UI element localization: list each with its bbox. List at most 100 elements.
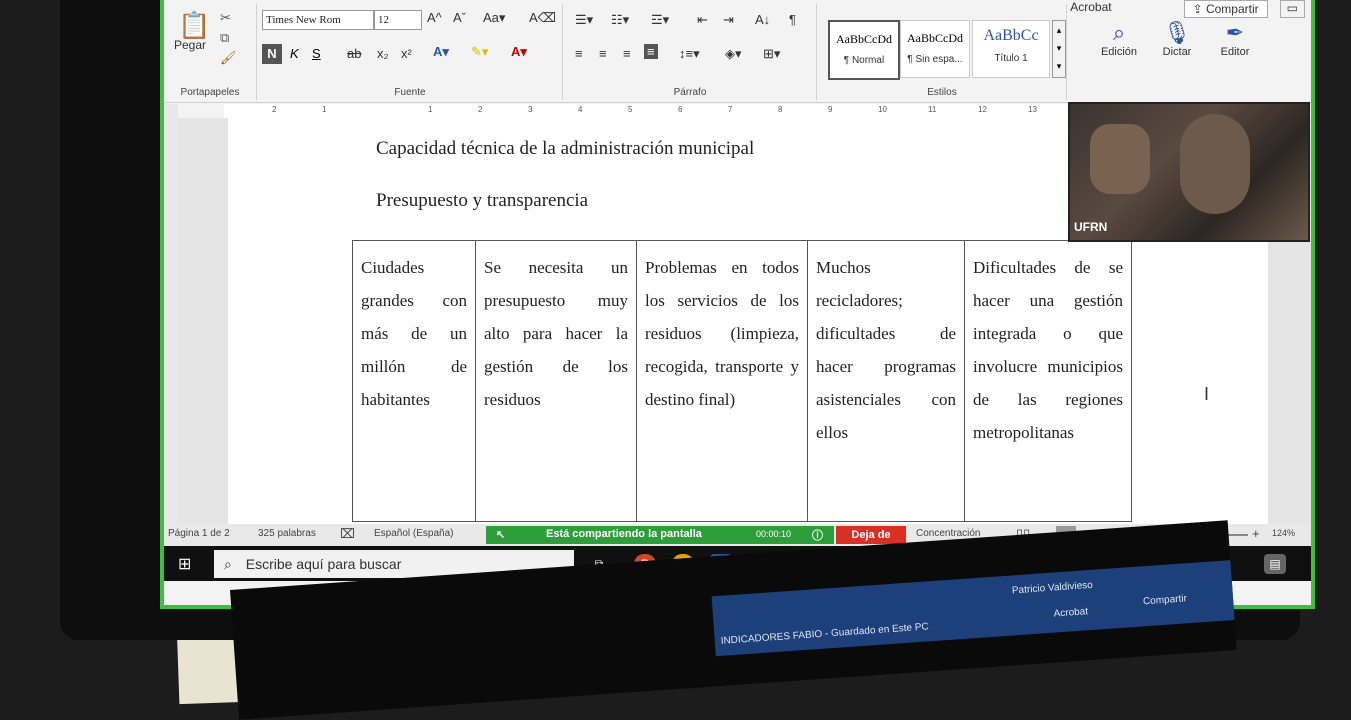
laptop-share: Compartir: [1142, 593, 1188, 608]
text-effects-icon[interactable]: A▾: [430, 44, 452, 60]
search-icon: ⌕: [1112, 20, 1126, 45]
share-button[interactable]: ⇪ Compartir: [1183, 0, 1268, 18]
numbering-icon[interactable]: ☷▾: [608, 12, 632, 28]
superscript-icon[interactable]: x²: [398, 46, 415, 61]
style-normal[interactable]: AaBbCcDd ¶ Normal: [828, 20, 900, 80]
dictate-button[interactable]: 🎙 Dictar: [1152, 20, 1202, 58]
style-no-spacing-label: ¶ Sin espa...: [907, 54, 963, 65]
ruler-mark: 2: [478, 105, 483, 114]
zoom-in-icon[interactable]: +: [1252, 526, 1260, 541]
taskbar-search-placeholder: Escribe aquí para buscar: [245, 556, 402, 572]
zoom-level[interactable]: 124%: [1272, 528, 1295, 538]
vertical-ruler: [164, 104, 178, 524]
highlight-icon[interactable]: ✎▾: [468, 44, 491, 60]
group-font: Times New Rom 12 A^ Aˇ Aa▾ A⌫ N K S ab x…: [258, 4, 563, 100]
ruler-mark: 8: [778, 105, 783, 114]
editor-button[interactable]: ✒ Editor: [1210, 20, 1260, 58]
laptop-acrobat: Acrobat: [1053, 606, 1089, 620]
webcam-hand: [1090, 124, 1150, 194]
windows-start-icon[interactable]: ⊞: [178, 554, 191, 574]
align-left-icon[interactable]: ≡: [572, 46, 586, 61]
ruler-mark: 11: [928, 105, 937, 114]
cut-icon[interactable]: ✂: [220, 10, 231, 26]
format-painter-icon[interactable]: 🖌: [220, 50, 237, 66]
share-status-icon: ↖: [496, 529, 506, 541]
ribbon: Acrobat ⇪ Compartir ▭ 📋 Pegar ✂ ⧉ 🖌 Port…: [164, 0, 1311, 103]
pilcrow-icon[interactable]: ¶: [786, 12, 799, 27]
style-heading-1[interactable]: AaBbCc Título 1: [972, 20, 1050, 78]
table-cell[interactable]: Ciudades grandes con más de un millón de…: [352, 240, 476, 522]
group-styles: AaBbCcDd ¶ Normal AaBbCcDd ¶ Sin espa...…: [818, 4, 1067, 100]
decrease-indent-icon[interactable]: ⇤: [694, 12, 711, 28]
stop-sharing-button[interactable]: Deja de: [836, 526, 906, 544]
align-center-icon[interactable]: ≡: [596, 46, 610, 61]
editing-label: Edición: [1100, 46, 1138, 58]
doc-line-budget: Presupuesto y transparencia: [376, 190, 589, 211]
change-case-icon[interactable]: Aa▾: [480, 10, 508, 26]
group-paragraph: ☰▾ ☷▾ ☲▾ ⇤ ⇥ A↓ ¶ ≡ ≡ ≡ ≡ ↕≡▾ ◈▾ ⊞▾ Párr…: [564, 4, 817, 100]
style-no-spacing-preview: AaBbCcDd: [907, 31, 963, 45]
status-words[interactable]: 325 palabras: [258, 528, 316, 539]
align-right-icon[interactable]: ≡: [620, 46, 634, 61]
table-cell[interactable]: Dificultades de se hacer una gestión int…: [964, 240, 1132, 522]
editing-button[interactable]: ⌕ Edición: [1094, 20, 1144, 58]
ruler-mark: 12: [978, 105, 987, 114]
multilevel-icon[interactable]: ☲▾: [648, 12, 672, 28]
grow-font-icon[interactable]: A^: [424, 10, 445, 25]
styles-scroll-icon[interactable]: ▴ ▾ ▾: [1052, 20, 1066, 78]
editor-pen-icon: ✒: [1225, 20, 1245, 45]
laptop-doc-title: INDICADORES FABIO - Guardado en Este PC: [720, 621, 930, 647]
status-page[interactable]: Página 1 de 2: [168, 528, 230, 539]
paste-button[interactable]: Pegar: [174, 38, 206, 52]
bullets-icon[interactable]: ☰▾: [572, 12, 596, 28]
style-normal-label: ¶ Normal: [843, 55, 885, 66]
group-label-font: Fuente: [394, 87, 426, 98]
dictate-label: Dictar: [1162, 46, 1192, 58]
ruler-mark: 5: [628, 105, 633, 114]
ruler-mark: 2: [272, 105, 277, 114]
table-row: Ciudades grandes con más de un millón de…: [352, 240, 1132, 522]
table-cell[interactable]: Se necesita un presupuesto muy alto para…: [475, 240, 637, 522]
paste-icon[interactable]: 📋: [178, 10, 210, 41]
horizontal-ruler[interactable]: 2 1 1 2 3 4 5 6 7 8 9 10 11 12 13: [224, 104, 1104, 119]
clear-format-icon[interactable]: A⌫: [526, 10, 559, 26]
share-info-icon[interactable]: ⓘ: [812, 527, 823, 543]
webcam-label: UFRN: [1074, 220, 1108, 234]
font-size-select[interactable]: 12: [374, 10, 422, 30]
ruler-mark: 4: [578, 105, 583, 114]
text-cursor-icon: I: [1204, 384, 1210, 404]
proofing-icon[interactable]: ⌧: [340, 526, 355, 542]
doc-line-capacity: Capacidad técnica de la administración m…: [376, 138, 755, 159]
table-cell[interactable]: Problemas en todos los servicios de los …: [636, 240, 808, 522]
word-window: Acrobat ⇪ Compartir ▭ 📋 Pegar ✂ ⧉ 🖌 Port…: [160, 0, 1315, 609]
justify-icon[interactable]: ≡: [644, 44, 658, 59]
style-no-spacing[interactable]: AaBbCcDd ¶ Sin espa...: [900, 20, 970, 78]
italic-button[interactable]: K: [290, 46, 299, 61]
strikethrough-icon[interactable]: ab: [344, 46, 364, 61]
laptop-screen: INDICADORES FABIO - Guardado en Este PC …: [711, 560, 1235, 657]
comments-icon[interactable]: ▭: [1279, 0, 1305, 18]
table-cell[interactable]: Muchos recicladores; dificultades de hac…: [807, 240, 965, 522]
notification-icon[interactable]: ▤: [1264, 554, 1286, 574]
shading-icon[interactable]: ◈▾: [722, 46, 745, 62]
webcam-overlay[interactable]: UFRN: [1068, 102, 1310, 242]
share-label: Compartir: [1205, 2, 1259, 16]
sort-icon[interactable]: A↓: [752, 12, 773, 27]
font-name-select[interactable]: Times New Rom: [262, 10, 374, 30]
line-spacing-icon[interactable]: ↕≡▾: [676, 46, 703, 62]
shrink-font-icon[interactable]: Aˇ: [450, 10, 469, 25]
copy-icon[interactable]: ⧉: [220, 30, 229, 46]
bold-button[interactable]: N: [262, 44, 282, 64]
ruler-mark: 10: [878, 105, 887, 114]
status-language[interactable]: Español (España): [374, 528, 454, 539]
subscript-icon[interactable]: x₂: [374, 46, 392, 61]
acrobat-tab[interactable]: Acrobat: [1070, 0, 1111, 18]
microphone-icon: 🎙: [1163, 20, 1191, 45]
group-label-styles: Estilos: [927, 87, 957, 98]
increase-indent-icon[interactable]: ⇥: [720, 12, 737, 28]
font-color-icon[interactable]: A▾: [508, 44, 530, 60]
underline-button[interactable]: S: [312, 46, 321, 61]
ruler-mark: 1: [428, 105, 433, 114]
borders-icon[interactable]: ⊞▾: [760, 46, 783, 62]
share-status-text: Está compartiendo la pantalla: [546, 528, 702, 540]
